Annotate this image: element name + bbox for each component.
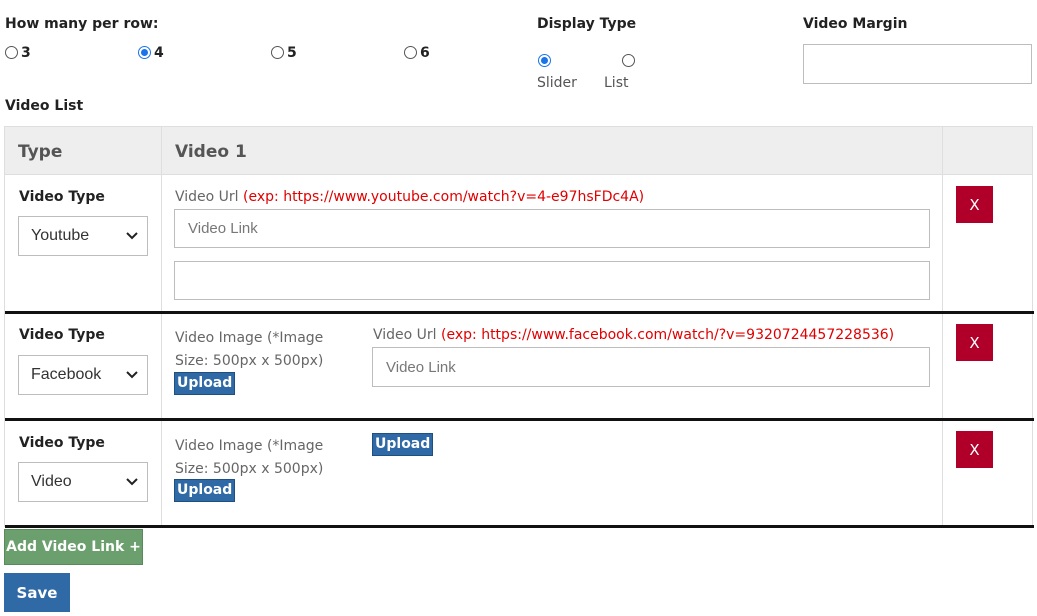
chevron-down-icon	[126, 371, 138, 379]
per-row-label: How many per row:	[5, 16, 159, 32]
add-video-link-button[interactable]: Add Video Link +	[4, 529, 143, 565]
row3-type-select[interactable]: Video	[18, 462, 148, 502]
row2-type-label: Video Type	[19, 327, 105, 343]
radio-3[interactable]	[5, 46, 18, 59]
row1-url-label: Video Url	[175, 189, 239, 205]
row3-type-value: Video	[31, 473, 72, 490]
table-header: Type Video 1	[5, 127, 1032, 175]
per-row-option-3[interactable]: 3	[5, 42, 31, 61]
row1-remove-button[interactable]: X	[956, 186, 993, 223]
row1-type-value: Youtube	[31, 227, 90, 244]
row2-type-value: Facebook	[31, 366, 102, 383]
radio-5[interactable]	[271, 46, 284, 59]
row2-url-label: Video Url	[373, 327, 437, 343]
row3-remove-button[interactable]: X	[956, 431, 993, 468]
row3-image-upload-button[interactable]: Upload	[174, 479, 236, 502]
radio-5-label: 5	[287, 44, 297, 61]
display-slider-radio[interactable]	[538, 54, 551, 67]
radio-6[interactable]	[404, 46, 417, 59]
row2-url-label-line: Video Url (exp: https://www.facebook.com…	[373, 327, 894, 343]
row2-video-link-placeholder: Video Link	[386, 358, 456, 376]
row1-type-select[interactable]: Youtube	[18, 216, 148, 256]
row2-remove-button[interactable]: X	[956, 324, 993, 361]
radio-6-label: 6	[420, 44, 430, 61]
row1-url-example: (exp: https://www.youtube.com/watch?v=4-…	[243, 189, 645, 205]
display-type-label: Display Type	[537, 16, 637, 32]
radio-4[interactable]	[138, 46, 151, 59]
header-type: Type	[18, 142, 63, 162]
per-row-option-6[interactable]: 6	[404, 42, 430, 61]
row2-type-select[interactable]: Facebook	[18, 355, 148, 395]
video-margin-label: Video Margin	[803, 16, 908, 32]
row-separator	[5, 418, 1034, 421]
display-list-radio[interactable]	[622, 54, 636, 67]
header-video-1: Video 1	[175, 142, 247, 162]
row1-video-link-input[interactable]: Video Link	[174, 209, 930, 248]
video-list-table: Type Video 1 Video Type Youtube Video Ur…	[4, 126, 1034, 528]
row-separator	[5, 311, 1034, 314]
per-row-option-4[interactable]: 4	[138, 42, 164, 61]
column-divider	[942, 127, 943, 526]
chevron-down-icon	[126, 232, 138, 240]
radio-3-label: 3	[21, 44, 31, 61]
row3-type-label: Video Type	[19, 435, 105, 451]
row1-extra-input[interactable]	[174, 261, 930, 300]
row1-video-link-placeholder: Video Link	[188, 220, 258, 237]
row1-type-label: Video Type	[19, 189, 105, 205]
row2-image-upload-button[interactable]: Upload	[174, 372, 236, 395]
row-separator	[5, 525, 1034, 528]
per-row-option-5[interactable]: 5	[271, 42, 297, 61]
row1-url-label-line: Video Url (exp: https://www.youtube.com/…	[175, 189, 644, 205]
video-margin-input[interactable]	[803, 44, 1032, 84]
display-list-label: List	[604, 75, 629, 91]
display-slider-label: Slider	[537, 75, 577, 91]
radio-4-label: 4	[154, 44, 164, 61]
chevron-down-icon	[126, 478, 138, 486]
row2-video-link-input[interactable]: Video Link	[372, 347, 930, 387]
column-divider	[161, 127, 162, 526]
row2-image-label: Video Image (*Image Size: 500px x 500px)	[175, 330, 324, 369]
row3-image-label: Video Image (*Image Size: 500px x 500px)	[175, 438, 324, 477]
row3-video-upload-button[interactable]: Upload	[372, 433, 434, 456]
save-button[interactable]: Save	[4, 573, 70, 612]
row2-url-example: (exp: https://www.facebook.com/watch/?v=…	[441, 327, 895, 343]
video-list-label: Video List	[5, 98, 84, 114]
